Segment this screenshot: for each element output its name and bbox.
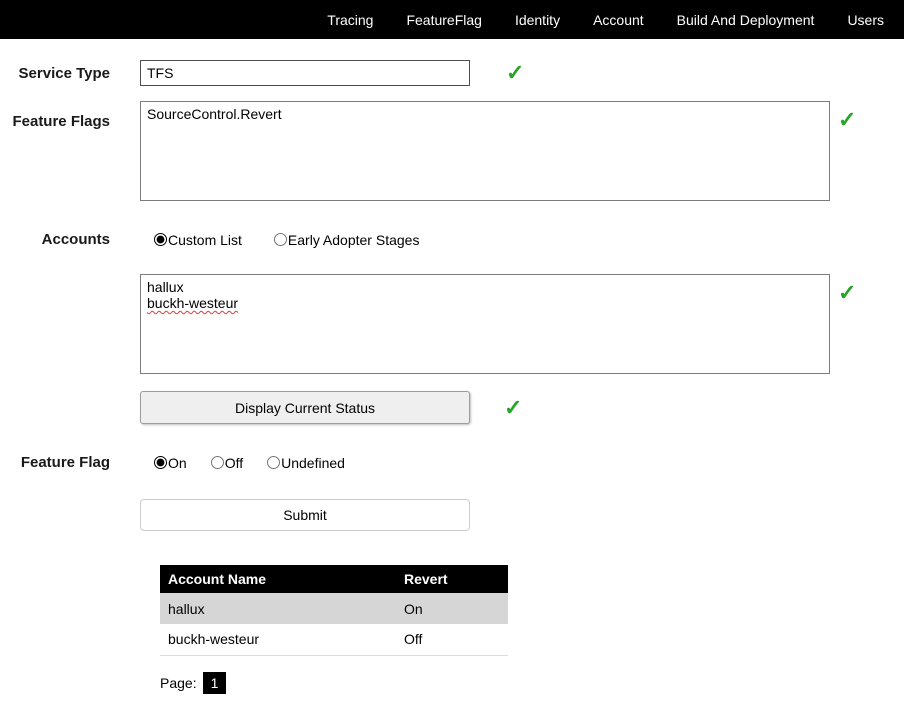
submit-button[interactable]: Submit [140,499,470,531]
display-status-row: Display Current Status ✓ [0,391,904,424]
radio-undefined[interactable]: Undefined [267,455,345,471]
check-icon: ✓ [504,397,522,419]
feature-flags-label: Feature Flags [0,101,110,130]
nav-item-account[interactable]: Account [593,12,644,28]
feature-flag-row: Feature Flag On Off Undefined [0,454,904,471]
header-revert: Revert [396,565,508,593]
table-row: hallux On [160,593,508,624]
feature-flag-group: On Off Undefined [140,455,377,471]
cell-account: hallux [160,593,396,624]
page: Tracing FeatureFlag Identity Account Bui… [0,0,904,714]
radio-undefined-input[interactable] [267,456,280,469]
radio-early-adopter-stages-label: Early Adopter Stages [288,232,420,248]
table-row: buckh-westeur Off [160,624,508,655]
service-type-input[interactable] [140,60,470,86]
radio-early-adopter-stages[interactable]: Early Adopter Stages [274,232,420,248]
nav-item-users[interactable]: Users [847,12,884,28]
nav-item-tracing[interactable]: Tracing [327,12,373,28]
account-line: hallux [147,279,823,295]
accounts-list-textarea[interactable]: hallux buckh-westeur [140,274,830,374]
accounts-label: Accounts [0,231,110,248]
cell-revert: On [396,593,508,624]
radio-off-label: Off [225,455,243,471]
nav-item-build-and-deployment[interactable]: Build And Deployment [677,12,815,28]
radio-undefined-label: Undefined [281,455,345,471]
radio-off[interactable]: Off [211,455,243,471]
service-type-row: Service Type ✓ [0,60,904,86]
radio-custom-list[interactable]: Custom List [154,232,242,248]
feature-flags-value: SourceControl.Revert [147,106,282,122]
check-icon: ✓ [838,282,856,304]
check-icon: ✓ [506,62,524,84]
cell-revert: Off [396,624,508,655]
radio-on-input[interactable] [154,456,167,469]
feature-flags-row: Feature Flags SourceControl.Revert ✓ [0,101,904,201]
page-label: Page: [160,675,197,691]
table-header-row: Account Name Revert [160,565,508,593]
feature-flags-textarea[interactable]: SourceControl.Revert [140,101,830,201]
check-icon: ✓ [838,109,856,131]
account-line: buckh-westeur [147,295,238,311]
radio-on-label: On [168,455,187,471]
feature-flag-label: Feature Flag [0,454,110,471]
radio-custom-list-label: Custom List [168,232,242,248]
radio-on[interactable]: On [154,455,187,471]
header-account-name: Account Name [160,565,396,593]
accounts-mode-group: Custom List Early Adopter Stages [140,232,451,248]
nav-item-identity[interactable]: Identity [515,12,560,28]
radio-custom-list-input[interactable] [154,233,167,246]
pagination: Page: 1 [160,672,904,694]
radio-off-input[interactable] [211,456,224,469]
nav-item-featureflag[interactable]: FeatureFlag [406,12,481,28]
top-navbar: Tracing FeatureFlag Identity Account Bui… [0,0,904,39]
service-type-label: Service Type [0,65,110,82]
submit-row: Submit [0,499,904,531]
accounts-mode-row: Accounts Custom List Early Adopter Stage… [0,231,904,248]
results-table-wrap: Account Name Revert hallux On buckh-west… [160,565,904,656]
results-table: Account Name Revert hallux On buckh-west… [160,565,508,656]
form-content: Service Type ✓ Feature Flags SourceContr… [0,39,904,694]
display-current-status-button[interactable]: Display Current Status [140,391,470,424]
page-number-button[interactable]: 1 [203,672,227,694]
accounts-list-row: hallux buckh-westeur ✓ [0,274,904,374]
radio-early-adopter-stages-input[interactable] [274,233,287,246]
cell-account: buckh-westeur [160,624,396,655]
